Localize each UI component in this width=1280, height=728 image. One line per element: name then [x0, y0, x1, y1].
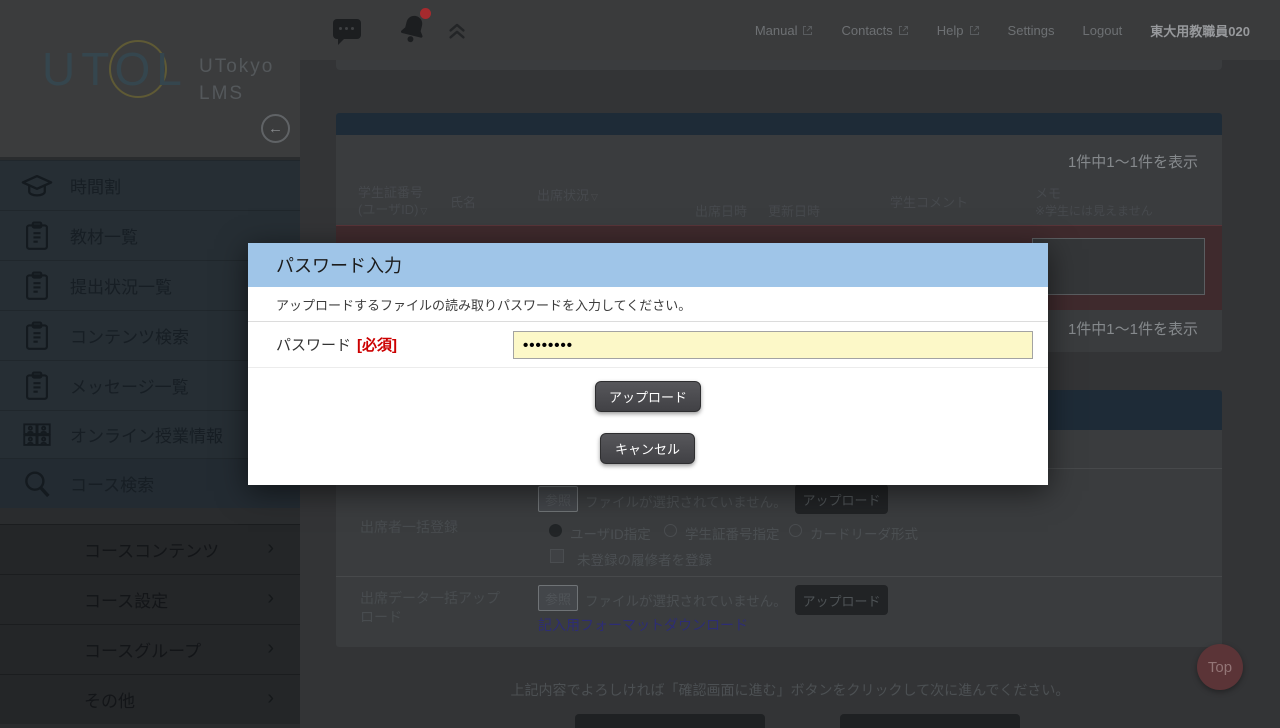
- password-form-row: パスワード [必須]: [248, 322, 1048, 368]
- modal-description: アップロードするファイルの読み取りパスワードを入力してください。: [248, 287, 1048, 322]
- password-input[interactable]: [513, 331, 1033, 359]
- required-badge: [必須]: [357, 334, 397, 355]
- modal-upload-button[interactable]: アップロード: [595, 381, 701, 412]
- modal-title: パスワード入力: [248, 243, 1048, 287]
- password-input-modal: パスワード入力 アップロードするファイルの読み取りパスワードを入力してください。…: [248, 243, 1048, 485]
- utol-lms-screen: UTOL UTokyo LMS ← 時間割 教材一覧: [0, 0, 1280, 728]
- modal-cancel-button[interactable]: キャンセル: [600, 433, 695, 464]
- password-field-label: パスワード: [276, 334, 351, 355]
